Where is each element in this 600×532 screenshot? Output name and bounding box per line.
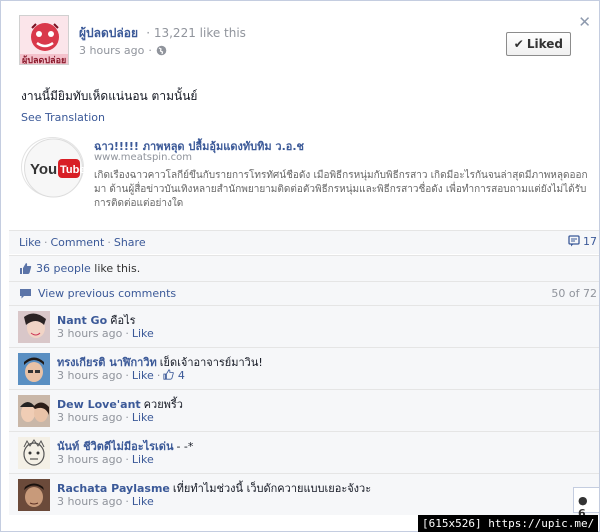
likes-summary: 36 people like this. <box>9 255 599 281</box>
comments-count: 50 of 72 <box>551 287 597 300</box>
comment-meta: 3 hours ago · Like <box>57 453 154 466</box>
comment-like-link[interactable]: Like <box>132 411 154 424</box>
post-time[interactable]: 3 hours ago <box>79 44 144 57</box>
comment-time[interactable]: 3 hours ago <box>57 327 122 340</box>
comment-item: Nant Go คือไร 3 hours ago · Like <box>9 305 599 347</box>
comment-count[interactable]: 17 <box>567 235 597 248</box>
comment-avatar[interactable] <box>18 479 50 511</box>
comment-meta: 3 hours ago · Like <box>57 327 154 340</box>
comment-link[interactable]: Comment <box>50 236 104 249</box>
svg-text:You: You <box>30 161 57 178</box>
see-translation-link[interactable]: See Translation <box>21 111 105 124</box>
comment-text: - -* <box>176 440 194 453</box>
comment-avatar[interactable] <box>18 437 50 469</box>
comment-author[interactable]: ทรงเกียรติ นาฬิกาวิท <box>57 356 157 369</box>
comment-item: Rachata Paylasme เที่ยทำไมช่วงนี้ เว็บดัก… <box>9 473 599 515</box>
page-name[interactable]: ผู้ปลดปล่อย <box>79 26 138 40</box>
comment-time[interactable]: 3 hours ago <box>57 411 122 424</box>
comment-bubble-icon <box>567 235 580 248</box>
comment-likes[interactable]: 4 <box>163 369 185 382</box>
action-separator: · <box>107 236 111 249</box>
comments-icon <box>19 288 32 303</box>
comment-meta: 3 hours ago · Like <box>57 411 154 424</box>
comment-author[interactable]: Nant Go <box>57 314 107 327</box>
comment-like-link[interactable]: Like <box>132 495 154 508</box>
action-links: Like · Comment · Share <box>19 236 146 249</box>
page-like-count: · 13,221 like this <box>146 26 246 40</box>
close-icon[interactable]: ✕ <box>578 15 591 30</box>
comment-meta: 3 hours ago · Like <box>57 495 154 508</box>
comment-like-link[interactable]: Like <box>132 327 154 340</box>
action-bar: Like · Comment · Share 17 <box>9 230 599 254</box>
globe-icon[interactable] <box>156 45 167 59</box>
likers-link[interactable]: 36 people <box>36 262 91 275</box>
thumbs-up-icon <box>163 369 175 382</box>
attachment-description: เกิดเรื่องฉาวคาวโลกีย์ขึ้นกับรายการโทรทั… <box>94 170 588 209</box>
comment-item: Dew Love'ant ควยพรี้ว 3 hours ago · Like <box>9 389 599 431</box>
comment-text: ควยพรี้ว <box>143 398 183 411</box>
likes-suffix: like this. <box>94 262 141 275</box>
youtube-logo[interactable]: You Tube <box>21 137 85 198</box>
chat-tab[interactable]: ● 6 <box>573 487 599 520</box>
comment-author[interactable]: Dew Love'ant <box>57 398 141 411</box>
thumbs-up-icon <box>19 262 32 278</box>
image-caption: [615x526] https://upic.me/ <box>418 515 599 532</box>
svg-text:Tube: Tube <box>60 164 85 176</box>
comment-count-value: 17 <box>583 235 597 248</box>
view-previous-link[interactable]: View previous comments <box>38 287 176 300</box>
action-separator: · <box>43 236 48 249</box>
comment-time[interactable]: 3 hours ago <box>57 453 122 466</box>
post-text: งานนี้มียิมทับเห็ดแน่นอน ตามนั้นย์ <box>21 89 198 103</box>
meta-separator: · <box>148 44 152 57</box>
liked-button[interactable]: ✔ Liked <box>505 32 571 56</box>
comment-meta: 3 hours ago · Like · 4 <box>57 369 185 382</box>
comment-item: ทรงเกียรติ นาฬิกาวิท เย็ดเจ้าอาจารย์มาวิน… <box>9 347 599 389</box>
attachment-domain: www.meatspin.com <box>94 152 192 163</box>
comment-avatar[interactable] <box>18 353 50 385</box>
post-card: ✕ ผู้ปลดปล่อย ผู้ปลดปล่อย · 13,221 like … <box>0 0 600 532</box>
page-like-count-text: 13,221 like this <box>153 26 246 40</box>
comment-item: นันท์ ชีวิตดีไม่มีอะไรเด่น - -* 3 hours a… <box>9 431 599 473</box>
post-meta: 3 hours ago · <box>79 44 167 59</box>
liked-label: Liked <box>526 37 563 51</box>
comment-like-link[interactable]: Like <box>132 453 154 466</box>
comment-author[interactable]: Rachata Paylasme <box>57 482 170 495</box>
comment-avatar[interactable] <box>18 311 50 343</box>
view-previous-row: View previous comments 50 of 72 <box>9 281 599 305</box>
comment-author[interactable]: นันท์ ชีวิตดีไม่มีอะไรเด่น <box>57 440 173 453</box>
page-avatar[interactable]: ผู้ปลดปล่อย <box>19 15 69 65</box>
page-name-line: ผู้ปลดปล่อย · 13,221 like this <box>79 24 246 43</box>
share-link[interactable]: Share <box>114 236 146 249</box>
comment-like-link[interactable]: Like <box>132 369 154 382</box>
like-link[interactable]: Like <box>19 236 41 249</box>
comment-avatar[interactable] <box>18 395 50 427</box>
comment-time[interactable]: 3 hours ago <box>57 369 122 382</box>
comment-text: เที่ยทำไมช่วงนี้ เว็บดักควายแบบเยอะจังวะ <box>172 482 372 495</box>
checkmark-icon: ✔ <box>513 37 524 51</box>
avatar-caption: ผู้ปลดปล่อย <box>22 56 67 65</box>
comment-likes-count: 4 <box>177 369 185 382</box>
comment-text: เย็ดเจ้าอาจารย์มาวิน! <box>159 356 263 369</box>
comment-text: คือไร <box>110 314 136 327</box>
comment-time[interactable]: 3 hours ago <box>57 495 122 508</box>
